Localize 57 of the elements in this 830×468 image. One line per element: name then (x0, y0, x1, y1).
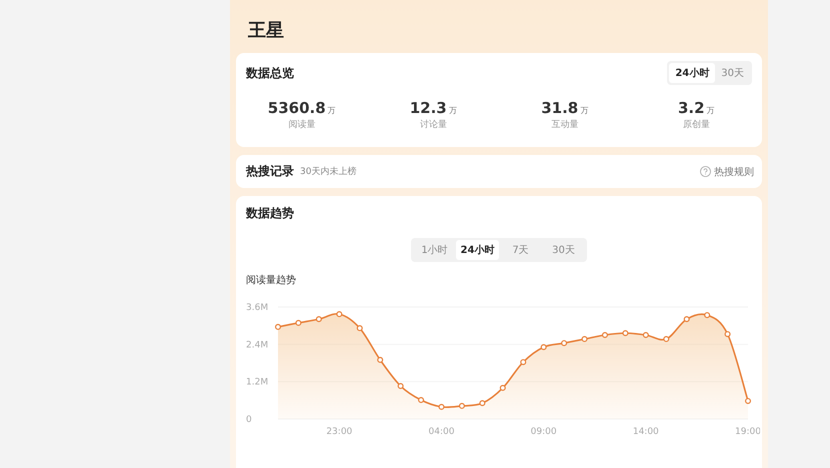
data-point (438, 404, 444, 410)
x-tick-label: 19:00 (735, 427, 760, 437)
data-point (295, 320, 302, 326)
x-tick-label: 04:00 (428, 427, 454, 437)
stat-label: 原创量 (682, 118, 710, 131)
stat-value: 3.2 (678, 99, 705, 117)
data-point (418, 397, 424, 404)
data-point (520, 359, 526, 366)
data-point (745, 398, 751, 404)
stat-value: 5360.8 (268, 99, 326, 117)
card-title: 数据总览 (246, 64, 294, 82)
data-point (479, 400, 486, 406)
data-point (724, 331, 731, 338)
range-tab[interactable]: 24小时 (456, 240, 499, 260)
range-tab[interactable]: 30天 (542, 240, 585, 260)
data-point (336, 311, 342, 318)
data-point (704, 312, 710, 318)
stat-value: 31.8 (541, 99, 578, 117)
card-title: 数据趋势 (246, 205, 295, 222)
stat-unit: 万 (448, 105, 457, 116)
card-title: 热搜记录 (246, 163, 294, 180)
data-point (684, 316, 690, 322)
stat-unit: 万 (328, 105, 336, 116)
y-tick-label: 1.2M (246, 378, 268, 388)
data-point (275, 324, 281, 330)
page-title: 王星 (247, 19, 285, 43)
y-tick-label: 2.4M (246, 340, 268, 350)
stat-label: 讨论量 (420, 118, 447, 131)
data-point (377, 356, 384, 363)
stat-label: 阅读量 (288, 118, 316, 131)
y-tick-label: 0 (246, 415, 252, 425)
data-point (642, 332, 649, 338)
stat-value: 12.3 (410, 99, 447, 117)
range-tab[interactable]: 7天 (499, 240, 542, 260)
data-point (582, 336, 588, 342)
x-tick-label: 14:00 (632, 427, 659, 437)
y-tick-label: 3.6M (246, 303, 268, 313)
x-tick-label: 23:00 (326, 427, 352, 437)
x-tick-label: 09:00 (530, 427, 557, 437)
data-point (561, 340, 568, 346)
data-point (500, 384, 506, 391)
data-point (663, 336, 670, 342)
data-point (316, 316, 322, 322)
chart-title: 阅读量趋势 (246, 274, 297, 287)
data-point (356, 325, 363, 332)
rules-link[interactable]: 热搜规则 (714, 164, 754, 178)
data-point (622, 330, 628, 336)
range-tab[interactable]: 24小时 (669, 63, 716, 83)
help-icon (700, 166, 711, 177)
hot-search-note: 30天内未上榜 (300, 166, 356, 178)
data-point (458, 402, 465, 409)
stat-unit: 万 (706, 105, 715, 116)
range-tab[interactable]: 1小时 (413, 240, 456, 260)
stat-label: 互动量 (551, 118, 578, 131)
data-point (602, 332, 608, 338)
range-tab[interactable]: 30天 (715, 63, 750, 83)
stat-unit: 万 (580, 105, 588, 116)
